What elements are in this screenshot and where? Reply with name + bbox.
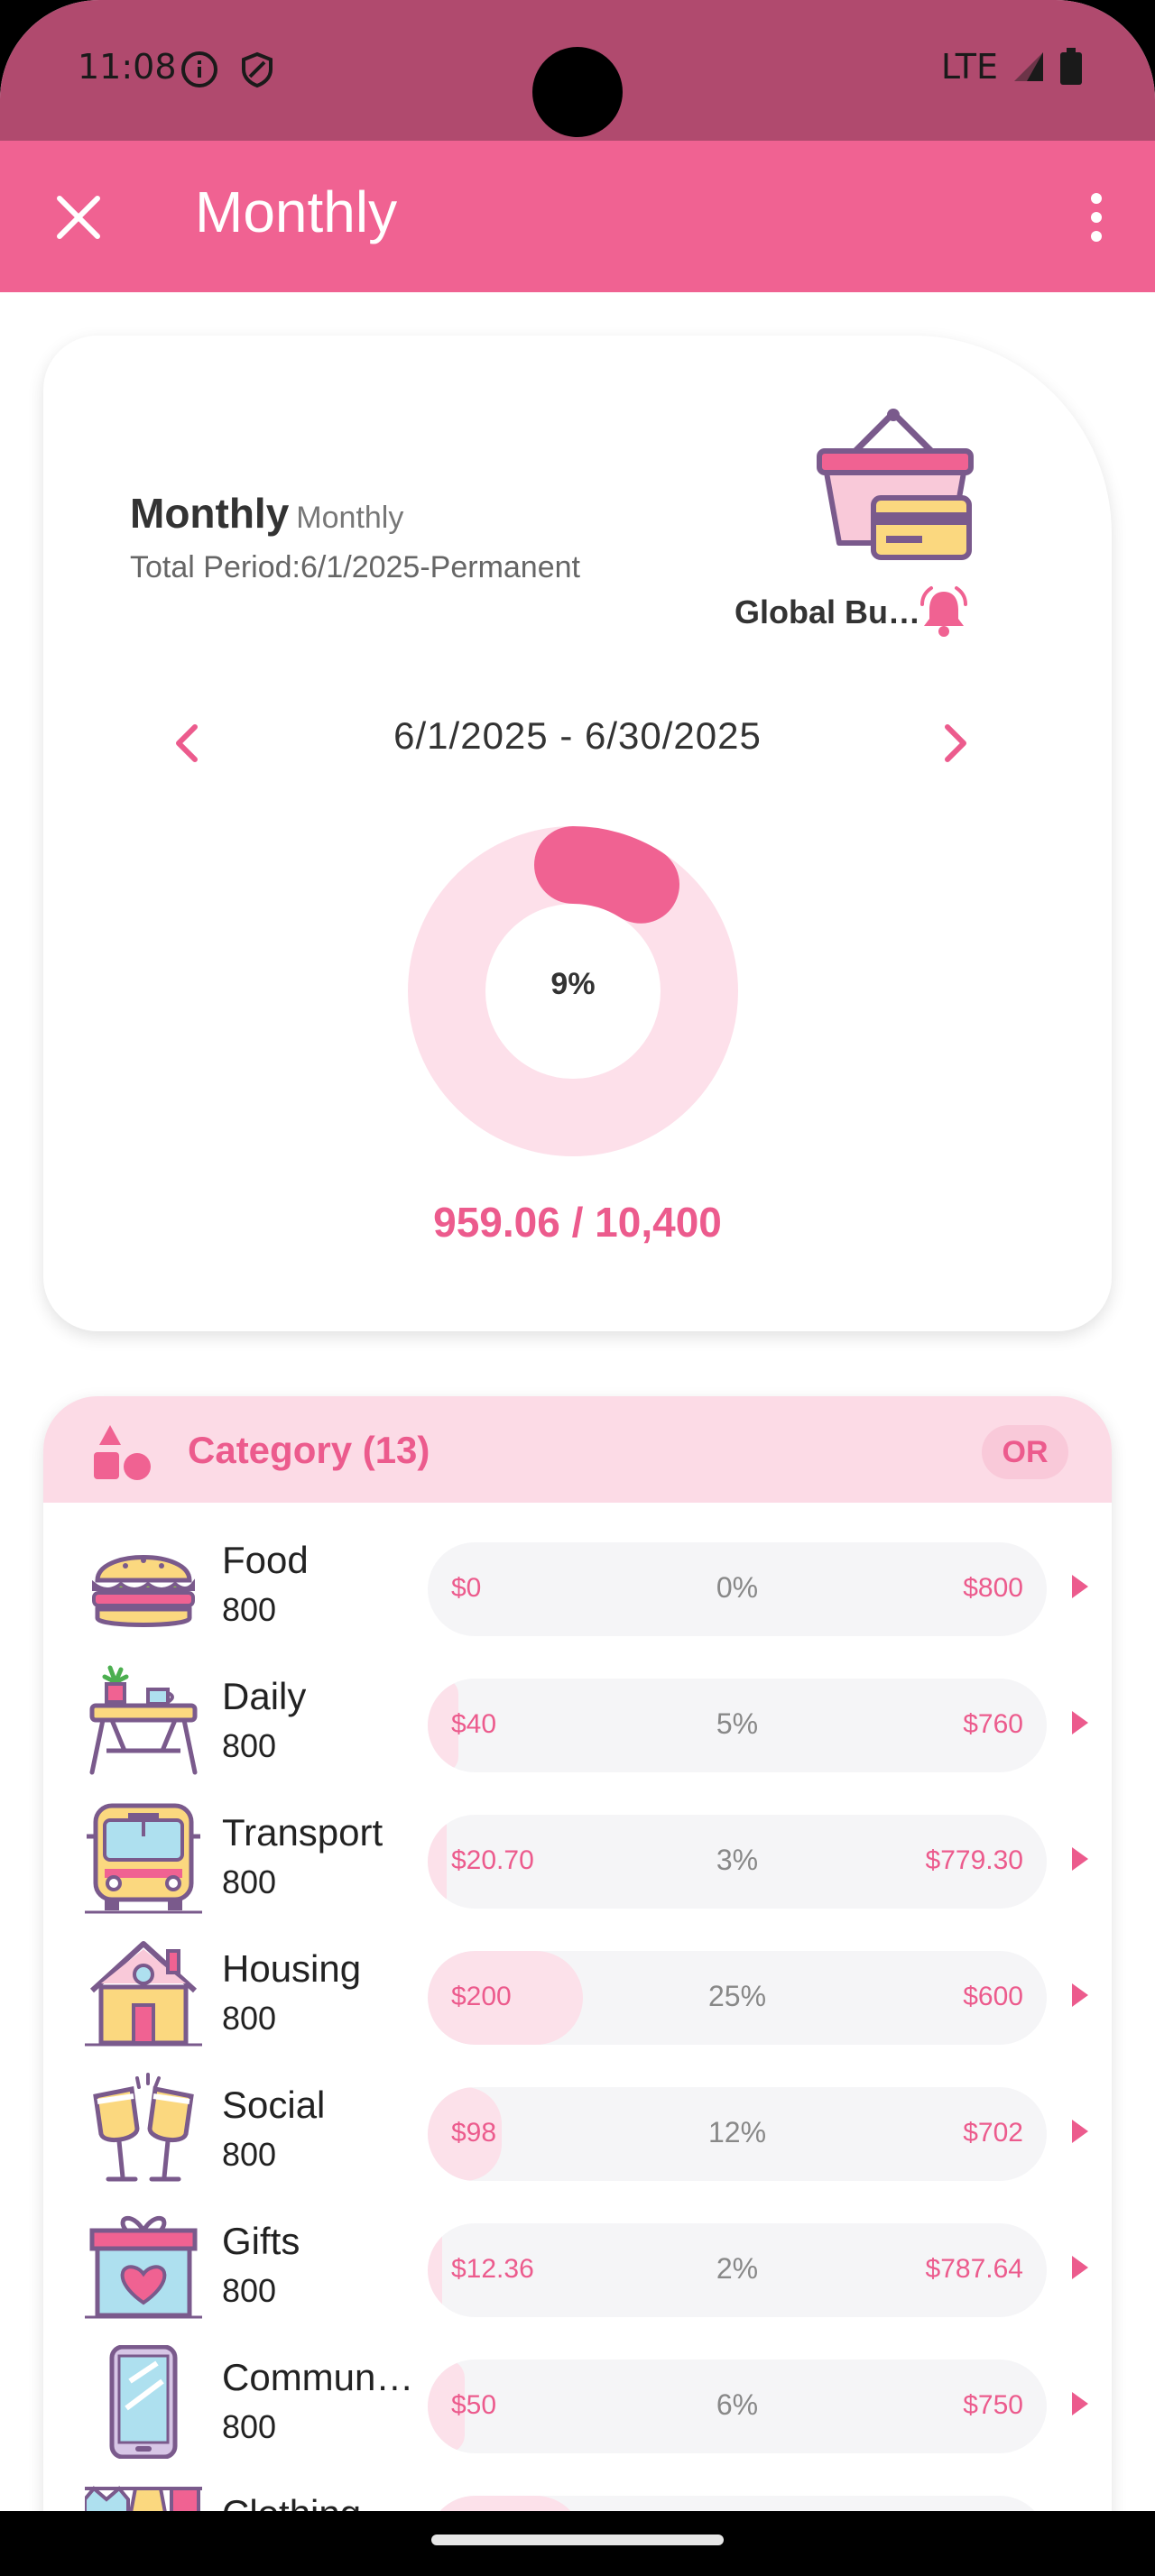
chevron-right-icon[interactable] — [1070, 2390, 1090, 2417]
category-percent: 6% — [716, 2388, 759, 2421]
category-budget-amount: 800 — [222, 1863, 277, 1900]
category-progress-bar: $50 6% $750 — [428, 2360, 1047, 2453]
category-budget-amount: 800 — [222, 1591, 277, 1628]
category-title: Category (13) — [188, 1429, 430, 1471]
more-options-icon[interactable] — [1065, 186, 1128, 249]
or-toggle-badge[interactable]: OR — [982, 1425, 1068, 1479]
category-budget-amount: 800 — [222, 2136, 277, 2173]
category-percent: 12% — [707, 2116, 767, 2148]
app-bar: Monthly — [0, 141, 1155, 292]
chevron-right-icon[interactable] — [1070, 1845, 1090, 1872]
category-remaining: $760 — [963, 1709, 1023, 1739]
category-remaining: $787.64 — [925, 2254, 1023, 2284]
category-percent: 5% — [716, 1707, 759, 1740]
category-percent: 25% — [707, 1980, 767, 2012]
network-type: LTE — [940, 47, 998, 87]
budget-name: Monthly Monthly — [130, 489, 403, 538]
category-budget-amount: 800 — [222, 2000, 277, 2037]
chevron-right-icon[interactable] — [1070, 1982, 1090, 2009]
next-period-button[interactable] — [928, 716, 982, 770]
chevron-right-icon[interactable] — [1070, 1709, 1090, 1736]
gift-icon — [85, 2209, 202, 2323]
status-bar: 11:08 LTE — [0, 0, 1155, 141]
chevron-right-icon[interactable] — [1070, 2254, 1090, 2281]
category-percent: 0% — [716, 1571, 759, 1604]
category-row[interactable]: Social 800 $98 12% $702 — [43, 2062, 1112, 2197]
budget-name-label: Monthly — [130, 490, 290, 537]
category-remaining: $779.30 — [925, 1845, 1023, 1875]
table-plant-icon — [85, 1664, 202, 1778]
category-progress-bar: $200 25% $600 — [428, 1951, 1047, 2045]
signal-icon — [1014, 52, 1043, 81]
close-icon[interactable] — [47, 186, 110, 249]
category-budget-amount: 800 — [222, 2272, 277, 2309]
category-budget-amount: 800 — [222, 2408, 277, 2445]
category-remaining: $800 — [963, 1573, 1023, 1603]
category-name: Daily — [222, 1675, 307, 1717]
chevron-right-icon[interactable] — [1070, 2118, 1090, 2145]
category-name: Gifts — [222, 2220, 300, 2262]
status-right-icons: LTE — [941, 47, 1083, 87]
global-budget-label: Global Bu… — [735, 593, 920, 630]
category-name: Food — [222, 1539, 309, 1581]
category-name: Housing — [222, 1947, 362, 1990]
category-remaining: $600 — [963, 1982, 1023, 2011]
category-row[interactable]: Housing 800 $200 25% $600 — [43, 1926, 1112, 2061]
cheers-icon — [85, 2073, 202, 2186]
screen: 11:08 LTE Monthly Monthly Monthly Total P… — [0, 0, 1155, 2576]
category-name: Social — [222, 2084, 326, 2126]
alarm-bell-icon[interactable] — [917, 584, 971, 639]
burger-icon — [85, 1528, 202, 1642]
category-remaining: $750 — [963, 2390, 1023, 2420]
chevron-right-icon[interactable] — [1070, 1573, 1090, 1600]
budget-percent-label: 9% — [550, 967, 596, 1001]
category-row[interactable]: Food 800 $0 0% $800 — [43, 1517, 1112, 1652]
category-row[interactable]: Transport 800 $20.70 3% $779.30 — [43, 1789, 1112, 1925]
category-name: Communication — [222, 2356, 415, 2398]
budget-type: Monthly — [296, 501, 404, 535]
battery-icon — [1060, 48, 1082, 85]
category-progress-bar: $98 12% $702 — [428, 2087, 1047, 2181]
category-progress-bar: $0 0% $800 — [428, 1542, 1047, 1636]
spent-total: 959.06 / 10,400 — [433, 1199, 722, 1246]
shapes-icon — [94, 1425, 151, 1480]
shield-icon — [242, 51, 273, 88]
budget-period: Total Period:6/1/2025-Permanent — [130, 550, 580, 584]
category-row[interactable]: Daily 800 $40 5% $760 — [43, 1653, 1112, 1789]
home-gesture-handle[interactable] — [431, 2535, 724, 2545]
camera-cutout — [532, 47, 623, 137]
category-row[interactable]: Gifts 800 $12.36 2% $787.64 — [43, 2198, 1112, 2333]
info-icon — [181, 51, 217, 87]
shopping-basket-icon — [817, 409, 974, 560]
house-icon — [85, 1937, 202, 2050]
category-remaining: $702 — [963, 2118, 1023, 2148]
category-progress-bar: $12.36 2% $787.64 — [428, 2223, 1047, 2317]
budget-summary-card: Monthly Monthly Total Period:6/1/2025-Per… — [43, 336, 1112, 1331]
category-budget-amount: 800 — [222, 1727, 277, 1764]
category-header: Category (13) OR — [43, 1396, 1112, 1503]
donut-progress-arc — [534, 826, 680, 924]
page-title: Monthly — [195, 179, 398, 244]
category-progress-bar: $20.70 3% $779.30 — [428, 1815, 1047, 1909]
status-time: 11:08 — [78, 47, 177, 87]
category-section: Category (13) OR Food 800 $0 0% $800 Daily 800… — [43, 1396, 1112, 2576]
category-name: Transport — [222, 1811, 383, 1854]
status-notification-icons — [180, 51, 276, 88]
category-progress-bar: $40 5% $760 — [428, 1679, 1047, 1772]
bus-icon — [85, 1800, 202, 1914]
category-row[interactable]: Communication800$506%$750 — [43, 2334, 1112, 2470]
phone-icon — [85, 2344, 202, 2460]
